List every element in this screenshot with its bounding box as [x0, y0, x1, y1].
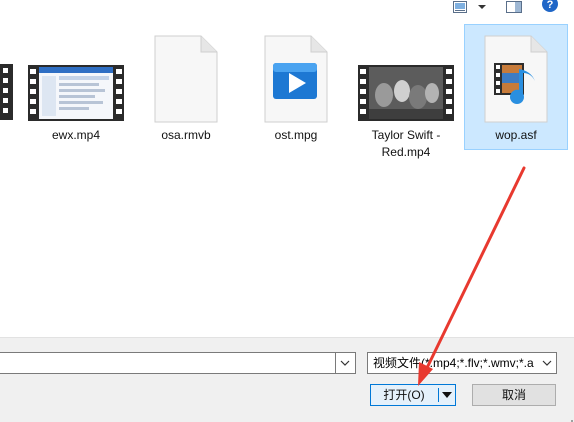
media-player-file-icon	[263, 35, 329, 123]
chevron-down-icon	[542, 353, 552, 373]
cancel-button[interactable]: 取消	[472, 384, 556, 406]
file-item-osa[interactable]: osa.rmvb	[134, 24, 238, 150]
resize-grip-icon[interactable]	[564, 413, 574, 422]
file-item-taylor-swift-red[interactable]: Taylor Swift - Red.mp4	[354, 24, 458, 159]
media-audio-file-icon	[483, 35, 549, 123]
file-name: ewx.mp4	[51, 128, 101, 142]
file-item-wop[interactable]: wop.asf	[464, 24, 568, 150]
file-item-ost[interactable]: ost.mpg	[244, 24, 348, 150]
video-thumbnail	[28, 65, 124, 121]
file-name: ost.mpg	[274, 128, 318, 142]
open-button[interactable]: 打开(O)	[370, 384, 456, 406]
file-name: wop.asf	[495, 128, 537, 142]
film-strip-icon	[0, 64, 13, 120]
blank-document-icon	[153, 35, 219, 123]
partial-video-thumbnail[interactable]	[0, 64, 13, 120]
chevron-down-icon	[340, 360, 350, 366]
video-thumbnail	[358, 65, 454, 121]
file-name: Taylor Swift - Red.mp4	[371, 128, 441, 159]
dialog-footer: 视频文件(*.mp4;*.flv;*.wmv;*.a 打开(O) 取消	[0, 337, 574, 422]
filename-history-dropdown[interactable]	[336, 352, 356, 374]
filetype-select[interactable]: 视频文件(*.mp4;*.flv;*.wmv;*.a	[367, 352, 557, 374]
file-open-dialog: ? ewx.mp4 osa.rmvb ost.mpg Taylor Swift …	[0, 0, 574, 422]
open-button-label: 打开(O)	[383, 388, 425, 402]
open-options-dropdown-icon[interactable]	[439, 385, 455, 405]
file-grid: ewx.mp4 osa.rmvb ost.mpg Taylor Swift - …	[0, 0, 574, 300]
filetype-selected-value: 视频文件(*.mp4;*.flv;*.wmv;*.a	[373, 356, 534, 370]
file-name: osa.rmvb	[161, 128, 211, 142]
file-item-ewx[interactable]: ewx.mp4	[24, 24, 128, 150]
filename-input[interactable]	[0, 352, 336, 374]
